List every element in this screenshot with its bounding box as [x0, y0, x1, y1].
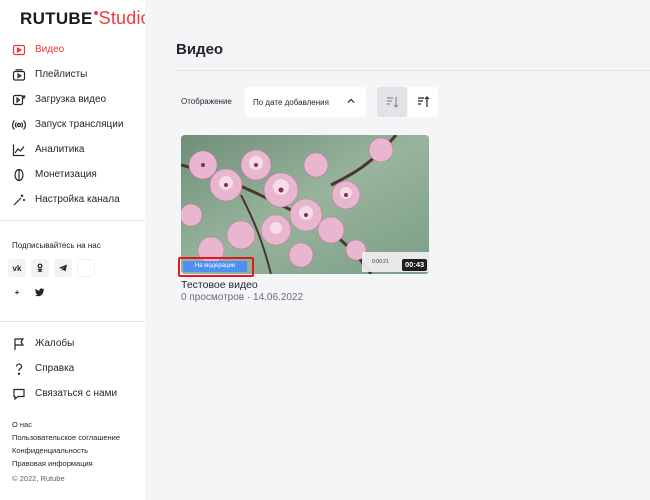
nav-item-video[interactable]: Видео [0, 37, 145, 62]
social-row-2: + [8, 283, 54, 301]
sort-ascending-icon [418, 96, 430, 107]
title-divider [176, 70, 650, 71]
nav-item-contact[interactable]: Связаться с нами [0, 381, 145, 406]
video-title[interactable]: Тестовое видео [181, 279, 258, 291]
nav-item-label: Справка [35, 363, 75, 374]
nav-item-upload[interactable]: Загрузка видео [0, 87, 145, 112]
sort-select-value: По дате добавления [253, 97, 329, 107]
magic-wand-icon [12, 193, 26, 207]
chevron-up-icon [347, 98, 355, 103]
nav-item-label: Монетизация [35, 169, 97, 180]
sidebar: RUTUBE Studio Видео Плейлисты Загрузка в… [0, 0, 151, 500]
footer-link-about[interactable]: О нас [12, 418, 120, 431]
analytics-icon [12, 143, 26, 157]
nav-item-analytics[interactable]: Аналитика [0, 137, 145, 162]
highlight-box [178, 257, 254, 277]
nav-item-label: Жалобы [35, 338, 75, 349]
video-thumbnail[interactable]: 0:00:21 00:43 [181, 135, 429, 274]
main-content: Видео Отображение По дате добавления 0:0… [145, 0, 650, 500]
nav-item-help[interactable]: Справка [0, 356, 145, 381]
nav-item-broadcast[interactable]: Запуск трансляции [0, 112, 145, 137]
logo-studio-text: Studio [98, 8, 151, 28]
sort-select[interactable]: По дате добавления [245, 87, 366, 117]
logo[interactable]: RUTUBE Studio [20, 8, 151, 28]
nav-item-label: Настройка канала [35, 194, 120, 205]
plus-icon[interactable]: + [8, 283, 26, 301]
flag-icon [12, 337, 26, 351]
nav-item-label: Плейлисты [35, 69, 88, 80]
help-nav: Жалобы Справка Связаться с нами [0, 331, 145, 406]
video-meta: 0 просмотров · 14.06.2022 [181, 292, 304, 303]
nav-item-playlists[interactable]: Плейлисты [0, 62, 145, 87]
video-icon [12, 43, 26, 57]
playlist-icon [12, 68, 26, 82]
footer-link-terms[interactable]: Пользовательское соглашение [12, 431, 120, 444]
nav-item-label: Запуск трансляции [35, 119, 124, 130]
chat-icon [12, 387, 26, 401]
main-nav: Видео Плейлисты Загрузка видео Запуск тр… [0, 37, 145, 212]
copyright: © 2022, Rutube [12, 474, 65, 483]
footer-link-legal[interactable]: Правовая информация [12, 457, 120, 470]
nav-item-complaints[interactable]: Жалобы [0, 331, 145, 356]
nav-item-label: Загрузка видео [35, 94, 107, 105]
broadcast-icon [12, 118, 26, 132]
blank-icon[interactable] [77, 259, 95, 277]
nav-item-monetization[interactable]: Монетизация [0, 162, 145, 187]
vk-icon[interactable]: vk [8, 259, 26, 277]
upload-icon [12, 93, 26, 107]
logo-dot [93, 11, 98, 15]
nav-item-label: Видео [35, 44, 65, 55]
telegram-icon[interactable] [54, 259, 72, 277]
odnoklassniki-icon[interactable] [31, 259, 49, 277]
twitter-icon[interactable] [31, 283, 49, 301]
page-title: Видео [176, 41, 224, 58]
footer-link-privacy[interactable]: Конфиденциальность [12, 444, 120, 457]
sidebar-divider [0, 220, 145, 221]
nav-item-label: Аналитика [35, 144, 85, 155]
plus-text: + [14, 287, 20, 297]
sidebar-divider-2 [0, 321, 145, 322]
monetization-icon [12, 168, 26, 182]
vk-text: vk [12, 263, 22, 273]
sort-descending-button[interactable] [377, 87, 407, 117]
display-label: Отображение [181, 97, 232, 106]
sort-descending-icon [387, 97, 399, 108]
nav-item-label: Связаться с нами [35, 388, 118, 399]
footer-links: О нас Пользовательское соглашение Конфид… [12, 418, 120, 470]
social-row-1: vk [8, 259, 100, 277]
sort-ascending-button[interactable] [408, 87, 438, 117]
subscribe-title: Подписывайтесь на нас [12, 241, 101, 250]
duration-badge: 00:43 [402, 259, 428, 271]
question-icon [12, 362, 26, 376]
video-card[interactable]: 0:00:21 00:43 [181, 135, 429, 274]
player-time: 0:00:21 [372, 259, 389, 265]
logo-rutube-text: RUTUBE [20, 9, 93, 28]
nav-item-channel-settings[interactable]: Настройка канала [0, 187, 145, 212]
